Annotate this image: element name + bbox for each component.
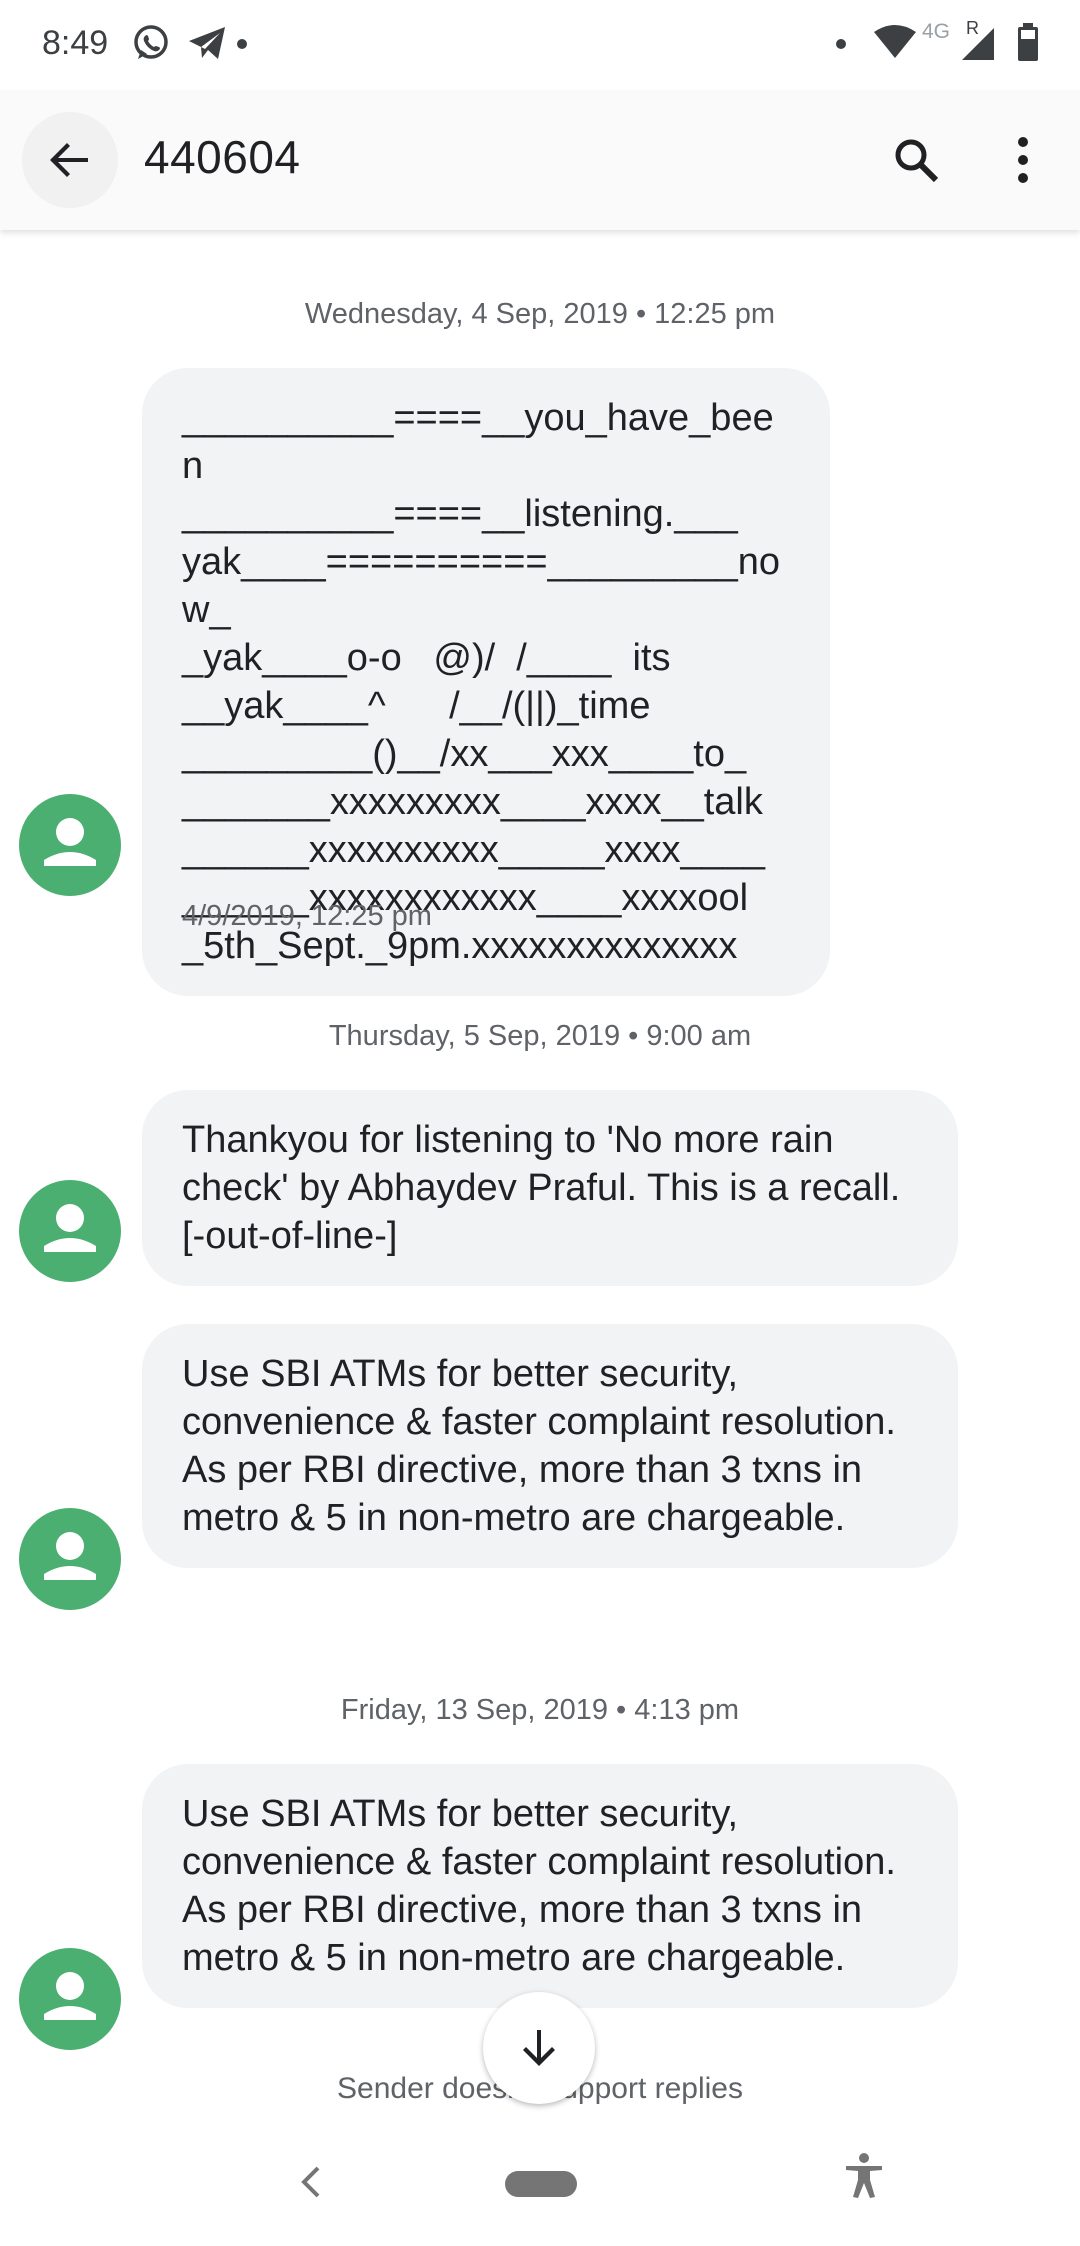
telegram-icon <box>186 22 230 69</box>
person-icon <box>44 1972 96 2020</box>
whatsapp-icon <box>130 22 172 69</box>
message-list[interactable]: Wednesday, 4 Sep, 2019 • 12:25 pm ______… <box>0 230 1080 2120</box>
date-separator: Thursday, 5 Sep, 2019 • 9:00 am <box>328 1020 752 1052</box>
person-icon <box>44 818 96 866</box>
nav-home-pill[interactable] <box>505 2171 577 2197</box>
person-icon <box>44 1204 96 1252</box>
accessibility-icon <box>846 2153 882 2198</box>
message-timestamp: 4/9/2019, 12:25 pm <box>182 900 432 932</box>
contact-avatar[interactable] <box>19 1508 121 1610</box>
wifi-icon <box>872 24 918 65</box>
conversation-title: 440604 <box>144 131 301 183</box>
scroll-to-bottom-button[interactable] <box>483 1992 595 2104</box>
cell-signal-icon <box>960 26 996 67</box>
search-icon <box>895 139 939 183</box>
chevron-left-icon <box>301 2166 320 2198</box>
contact-avatar[interactable] <box>19 794 121 896</box>
notification-dot-icon <box>236 37 248 55</box>
arrow-back-icon <box>50 143 88 177</box>
contact-avatar[interactable] <box>19 1180 121 1282</box>
notification-dot-icon <box>835 37 847 55</box>
status-time: 8:49 <box>42 24 109 62</box>
date-separator: Wednesday, 4 Sep, 2019 • 12:25 pm <box>304 298 776 330</box>
message-bubble[interactable]: Use SBI ATMs for better security, conven… <box>142 1764 958 2008</box>
nav-back-button[interactable] <box>296 2162 324 2207</box>
more-vert-icon <box>1018 137 1028 183</box>
battery-icon <box>1016 22 1040 67</box>
message-bubble[interactable]: Thankyou for listening to 'No more rain … <box>142 1090 958 1286</box>
accessibility-button[interactable] <box>840 2152 888 2205</box>
contact-avatar[interactable] <box>19 1948 121 2050</box>
person-icon <box>44 1532 96 1580</box>
more-options-button[interactable] <box>975 112 1071 208</box>
back-button[interactable] <box>22 112 118 208</box>
system-navigation-bar <box>0 2120 1080 2246</box>
conversation-toolbar: 440604 <box>0 90 1080 230</box>
network-type-label: 4G <box>922 20 951 43</box>
search-button[interactable] <box>868 112 964 208</box>
arrow-downward-icon <box>523 2030 555 2066</box>
date-separator: Friday, 13 Sep, 2019 • 4:13 pm <box>340 1694 740 1726</box>
messages-app: 8:49 4G R 440604 Wednesday, 4 Sep, 2019 … <box>0 0 1080 2246</box>
message-bubble[interactable]: Use SBI ATMs for better security, conven… <box>142 1324 958 1568</box>
status-bar: 8:49 4G R <box>0 0 1080 90</box>
